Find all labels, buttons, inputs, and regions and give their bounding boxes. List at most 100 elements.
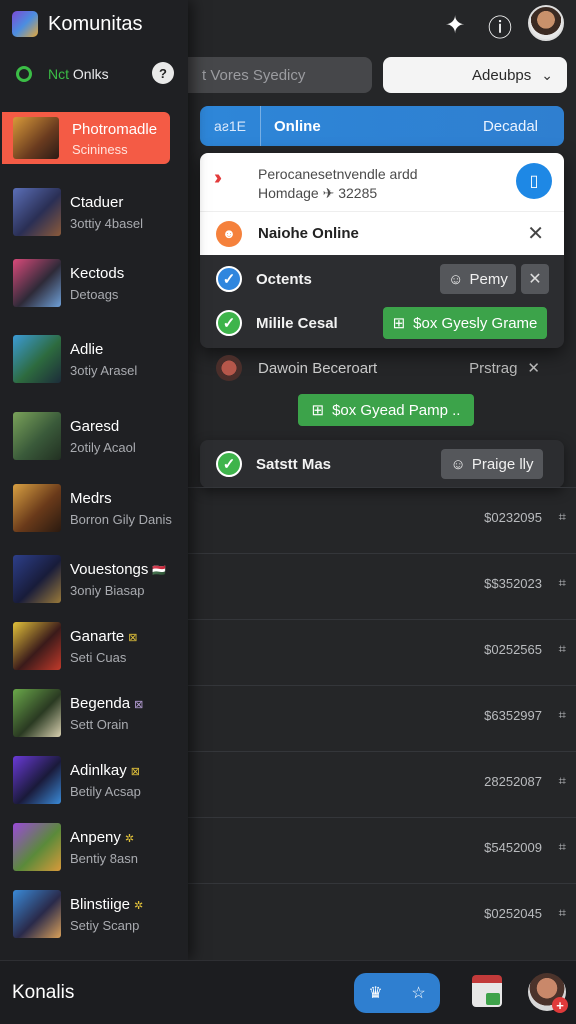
sparkle-icon[interactable]: ✦ (440, 10, 470, 40)
list-item[interactable]: 28252087 ⌗ (188, 751, 576, 817)
amount-value: $0232095 (484, 510, 542, 525)
filter-dropdown[interactable]: Adeubps ⌄ (383, 57, 567, 93)
row-label: Octents (256, 270, 312, 288)
item-title: Vouestongs 🇭🇺 (70, 561, 166, 578)
notification-popup: ››› Perocanesetnvendle ardd Homdage ✈ 32… (200, 153, 564, 348)
item-title: Adinlkay ⊠ (70, 762, 140, 779)
item-title-text: Adinlkay (70, 762, 127, 779)
phone-action-button[interactable]: ▯ (516, 163, 552, 199)
list-item[interactable]: $0252565 ⌗ (188, 619, 576, 685)
list-item[interactable]: $6352997 ⌗ (188, 685, 576, 751)
item-title-text: Blinstiige (70, 896, 131, 913)
star-icon[interactable]: ☆ (411, 983, 425, 1003)
hash-icon: ⌗ (558, 707, 566, 722)
calendar-icon[interactable] (472, 975, 502, 1007)
sidebar-item-adlie[interactable]: Adlie 3otiy Arasel (0, 327, 188, 393)
check-icon: ✓ (216, 310, 242, 336)
game-button[interactable]: ⊞ $ox Gyesly Grame (383, 307, 547, 339)
item-subtitle: 3oniy Biasap (70, 583, 145, 598)
bottom-nav-pill: ♛ ☆ (354, 973, 440, 1013)
game-thumbnail (13, 412, 61, 460)
sidebar-item-ganarte[interactable]: Ganarte ⊠ Seti Cuas (0, 614, 188, 680)
add-icon[interactable]: + (552, 997, 568, 1013)
popup-row-octents: ✓ Octents ☺ Pemy ✕ (200, 257, 564, 301)
item-subtitle: 2otily Acaol (70, 440, 136, 455)
chevrons-icon: ››› (214, 167, 222, 189)
gift-icon: ⊞ (392, 315, 406, 332)
badge-icon: ⊠ (130, 766, 140, 778)
help-button[interactable]: ? (152, 62, 174, 84)
app-header: Komunitas (12, 8, 143, 40)
hash-icon: ⌗ (558, 905, 566, 920)
sidebar-item-garesd[interactable]: Garesd 2otily Acaol (0, 404, 188, 470)
sidebar-item-ctaduer[interactable]: Ctaduer 3ottiy 4basel (0, 180, 188, 246)
button-label: Pemy (469, 270, 508, 288)
smile-icon: ☺ (450, 455, 466, 473)
list-item[interactable]: $5452009 ⌗ (188, 817, 576, 883)
search-placeholder: t Vores Syedicy (202, 66, 306, 84)
sidebar-item-adinlkay[interactable]: Adinlkay ⊠ Betily Acsap (0, 748, 188, 814)
profile-avatar[interactable]: + (528, 973, 568, 1013)
list-item[interactable]: $$352023 ⌗ (188, 553, 576, 619)
info-icon[interactable]: ⓘ (485, 10, 515, 42)
item-subtitle: Bentiy 8asn (70, 851, 138, 866)
item-subtitle: Seti Cuas (70, 650, 127, 665)
sidebar-item-photromadle[interactable]: Photromadle Scininess (2, 112, 170, 164)
item-title-text: Vouestongs (70, 561, 149, 578)
sidebar-item-vouestongs[interactable]: Vouestongs 🇭🇺 3oniy Biasap (0, 547, 188, 613)
badge-icon: ⊠ (128, 632, 138, 644)
item-title: Garesd (70, 418, 120, 435)
hash-icon: ⌗ (558, 773, 566, 788)
sidebar-item-kectods[interactable]: Kectods Detoags (0, 251, 188, 317)
badge-icon: ⊠ (134, 699, 144, 711)
game-thumbnail (13, 117, 59, 159)
activity-row[interactable]: Dawoin Beceroart Prstrag ✕ (200, 348, 564, 388)
online-tab-bar[interactable]: aƨ1E Online Decadal (200, 106, 564, 146)
item-subtitle: Detoags (70, 287, 119, 302)
amount-value: $6352997 (484, 708, 542, 723)
game-thumbnail (13, 689, 61, 737)
hash-icon: ⌗ (558, 641, 566, 656)
amount-value: $$352023 (484, 576, 542, 591)
list-item[interactable]: $0232095 ⌗ (188, 487, 576, 553)
list-item[interactable]: $0252045 ⌗ (188, 883, 576, 949)
sidebar-item-blinstiige[interactable]: Blinstiige ✲ Setiy Scanp (0, 882, 188, 948)
amount-value: $5452009 (484, 840, 542, 855)
search-input[interactable]: t Vores Syedicy (188, 57, 372, 93)
pamp-button[interactable]: ⊞ $ox Gyead Pamp .. (298, 394, 474, 426)
app-title: Komunitas (48, 12, 143, 35)
status-prefix: Nct (48, 66, 69, 82)
online-status-icon (16, 66, 32, 82)
item-title: Anpeny ✲ (70, 829, 134, 846)
row-label: Milile Cesal (256, 314, 338, 332)
crown-icon[interactable]: ♛ (368, 983, 382, 1003)
user-avatar[interactable] (528, 5, 564, 41)
praige-button[interactable]: ☺ Praige lly (441, 449, 543, 479)
emoji-icon: ☻ (216, 220, 242, 247)
close-icon[interactable]: ✕ (527, 359, 540, 377)
dismiss-button[interactable]: ✕ (521, 264, 549, 294)
game-thumbnail (13, 823, 61, 871)
popup-header: ››› Perocanesetnvendle ardd Homdage ✈ 32… (200, 153, 564, 255)
online-status[interactable]: Nct Onlks ? (16, 60, 176, 88)
game-thumbnail (13, 259, 61, 307)
sidebar-item-anpeny[interactable]: Anpeny ✲ Bentiy 8asn (0, 815, 188, 881)
bottom-title: Konalis (12, 982, 75, 1003)
hash-icon: ⌗ (558, 509, 566, 524)
close-icon[interactable]: ✕ (527, 221, 544, 246)
button-label: $ox Gyesly Grame (413, 314, 538, 332)
item-subtitle: Borron Gily Danis (70, 512, 172, 527)
badge-icon: ✲ (134, 900, 144, 912)
sidebar-item-medrs[interactable]: Medrs Borron Gily Danis (0, 476, 188, 542)
row-label: Satstt Mas (256, 455, 332, 473)
pemy-button[interactable]: ☺ Pemy (440, 264, 516, 294)
item-title: Kectods (70, 265, 125, 282)
game-thumbnail (13, 188, 61, 236)
game-thumbnail (13, 335, 61, 383)
game-thumbnail (13, 484, 61, 532)
item-title: Ctaduer (70, 194, 124, 211)
item-subtitle: 3otiy Arasel (70, 363, 138, 378)
hash-icon: ⌗ (558, 575, 566, 590)
sidebar-item-begenda[interactable]: Begenda ⊠ Sett Orain (0, 681, 188, 747)
flag-icon: 🇭🇺 (152, 565, 167, 577)
